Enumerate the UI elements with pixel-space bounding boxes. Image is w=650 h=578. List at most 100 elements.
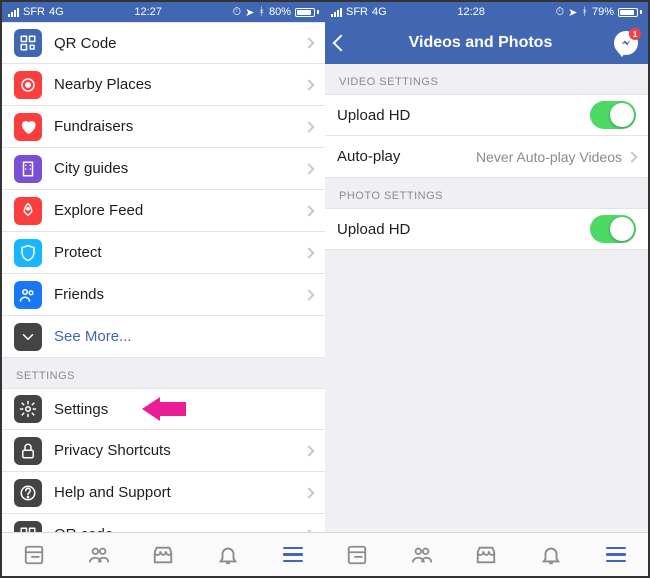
- bluetooth-icon: ᚼ: [258, 6, 265, 18]
- tab-bar: [2, 532, 325, 576]
- battery-icon: [618, 8, 642, 17]
- hamburger-icon: [606, 547, 626, 563]
- chevron-right-icon: [303, 529, 314, 532]
- settings-scroll[interactable]: VIDEO SETTINGS Upload HD Auto-play Never…: [325, 64, 648, 532]
- menu-item-explore-feed[interactable]: Explore Feed: [2, 190, 325, 232]
- status-bar: SFR 4G 12:27 ⏱ ➤ ᚼ 80%: [2, 2, 325, 22]
- hamburger-icon: [283, 547, 303, 563]
- menu-item-privacy-shortcuts[interactable]: Privacy Shortcuts: [2, 430, 325, 472]
- section-header-photo: PHOTO SETTINGS: [325, 178, 648, 208]
- arrow-annotation: [142, 397, 186, 421]
- chevron-right-icon: [303, 445, 314, 456]
- carrier-label: SFR: [346, 6, 368, 18]
- qr-icon: [14, 29, 42, 57]
- chevron-right-icon: [626, 151, 637, 162]
- row-label: Auto-play: [337, 148, 476, 165]
- friends-icon: [14, 281, 42, 309]
- target-icon: [14, 71, 42, 99]
- tab-marketplace[interactable]: [474, 543, 498, 567]
- menu-item-friends[interactable]: Friends: [2, 274, 325, 316]
- chevron-right-icon: [303, 487, 314, 498]
- menu-item-nearby-places[interactable]: Nearby Places: [2, 64, 325, 106]
- row-autoplay[interactable]: Auto-play Never Auto-play Videos: [325, 136, 648, 178]
- tab-feed[interactable]: [22, 543, 46, 567]
- tab-marketplace[interactable]: [151, 543, 175, 567]
- phone-right: SFR 4G 12:28 ⏱ ➤ ᚼ 79% Videos and Photos…: [325, 2, 648, 576]
- phone-left: SFR 4G 12:27 ⏱ ➤ ᚼ 80% QR Code Nearby Pla…: [2, 2, 325, 576]
- see-more-label: See More...: [54, 328, 313, 345]
- menu-item-label: Privacy Shortcuts: [54, 442, 305, 459]
- menu-item-label: Friends: [54, 286, 305, 303]
- battery-percent: 80%: [269, 6, 291, 18]
- messenger-badge: 1: [629, 28, 641, 40]
- messenger-button[interactable]: 1: [614, 31, 638, 55]
- toggle-photo-hd[interactable]: [590, 215, 636, 243]
- menu-item-protect[interactable]: Protect: [2, 232, 325, 274]
- row-video-upload-hd[interactable]: Upload HD: [325, 94, 648, 136]
- location-icon: ➤: [568, 6, 577, 19]
- heart-icon: [14, 113, 42, 141]
- section-header-video: VIDEO SETTINGS: [325, 64, 648, 94]
- alarm-icon: ⏱: [556, 6, 565, 19]
- tab-menu[interactable]: [604, 543, 628, 567]
- tab-friends[interactable]: [87, 543, 111, 567]
- chevron-right-icon: [303, 205, 314, 216]
- tab-notifications[interactable]: [216, 543, 240, 567]
- clock-label: 12:28: [457, 6, 485, 18]
- bluetooth-icon: ᚼ: [581, 6, 588, 18]
- row-label: Upload HD: [337, 221, 590, 238]
- chevron-down-icon: [14, 323, 42, 351]
- menu-item-label: Protect: [54, 244, 305, 261]
- menu-item-qr-code[interactable]: QR code: [2, 514, 325, 532]
- menu-item-qr-code[interactable]: QR Code: [2, 22, 325, 64]
- lock-icon: [14, 437, 42, 465]
- menu-item-fundraisers[interactable]: Fundraisers: [2, 106, 325, 148]
- tab-friends[interactable]: [410, 543, 434, 567]
- menu-item-label: QR Code: [54, 35, 305, 52]
- building-icon: [14, 155, 42, 183]
- shield-icon: [14, 239, 42, 267]
- row-value: Never Auto-play Videos: [476, 149, 622, 165]
- signal-icon: [8, 8, 19, 17]
- alarm-icon: ⏱: [233, 6, 242, 19]
- back-button[interactable]: [335, 37, 347, 49]
- menu-item-city-guides[interactable]: City guides: [2, 148, 325, 190]
- toggle-video-hd[interactable]: [590, 101, 636, 129]
- tab-notifications[interactable]: [539, 543, 563, 567]
- tab-menu[interactable]: [281, 543, 305, 567]
- tab-bar: [325, 532, 648, 576]
- carrier-label: SFR: [23, 6, 45, 18]
- section-header-settings: SETTINGS: [2, 358, 325, 388]
- see-more-button[interactable]: See More...: [2, 316, 325, 358]
- network-label: 4G: [49, 6, 64, 18]
- nav-bar: Videos and Photos 1: [325, 22, 648, 64]
- battery-percent: 79%: [592, 6, 614, 18]
- row-photo-upload-hd[interactable]: Upload HD: [325, 208, 648, 250]
- rocket-icon: [14, 197, 42, 225]
- chevron-right-icon: [303, 289, 314, 300]
- menu-item-label: Fundraisers: [54, 118, 305, 135]
- chevron-right-icon: [303, 79, 314, 90]
- menu-item-label: QR code: [54, 526, 305, 532]
- location-icon: ➤: [245, 6, 254, 19]
- gear-icon: [14, 395, 42, 423]
- tab-feed[interactable]: [345, 543, 369, 567]
- chevron-right-icon: [303, 163, 314, 174]
- menu-item-label: Help and Support: [54, 484, 305, 501]
- chevron-right-icon: [303, 247, 314, 258]
- row-label: Upload HD: [337, 107, 590, 124]
- qr-icon: [14, 521, 42, 533]
- network-label: 4G: [372, 6, 387, 18]
- help-icon: [14, 479, 42, 507]
- menu-item-settings[interactable]: Settings: [2, 388, 325, 430]
- page-title: Videos and Photos: [347, 34, 614, 52]
- signal-icon: [331, 8, 342, 17]
- battery-icon: [295, 8, 319, 17]
- chevron-right-icon: [303, 37, 314, 48]
- chevron-right-icon: [303, 121, 314, 132]
- menu-scroll[interactable]: QR Code Nearby Places Fundraisers City guid…: [2, 22, 325, 532]
- clock-label: 12:27: [134, 6, 162, 18]
- menu-item-help-and-support[interactable]: Help and Support: [2, 472, 325, 514]
- menu-item-label: City guides: [54, 160, 305, 177]
- status-bar: SFR 4G 12:28 ⏱ ➤ ᚼ 79%: [325, 2, 648, 22]
